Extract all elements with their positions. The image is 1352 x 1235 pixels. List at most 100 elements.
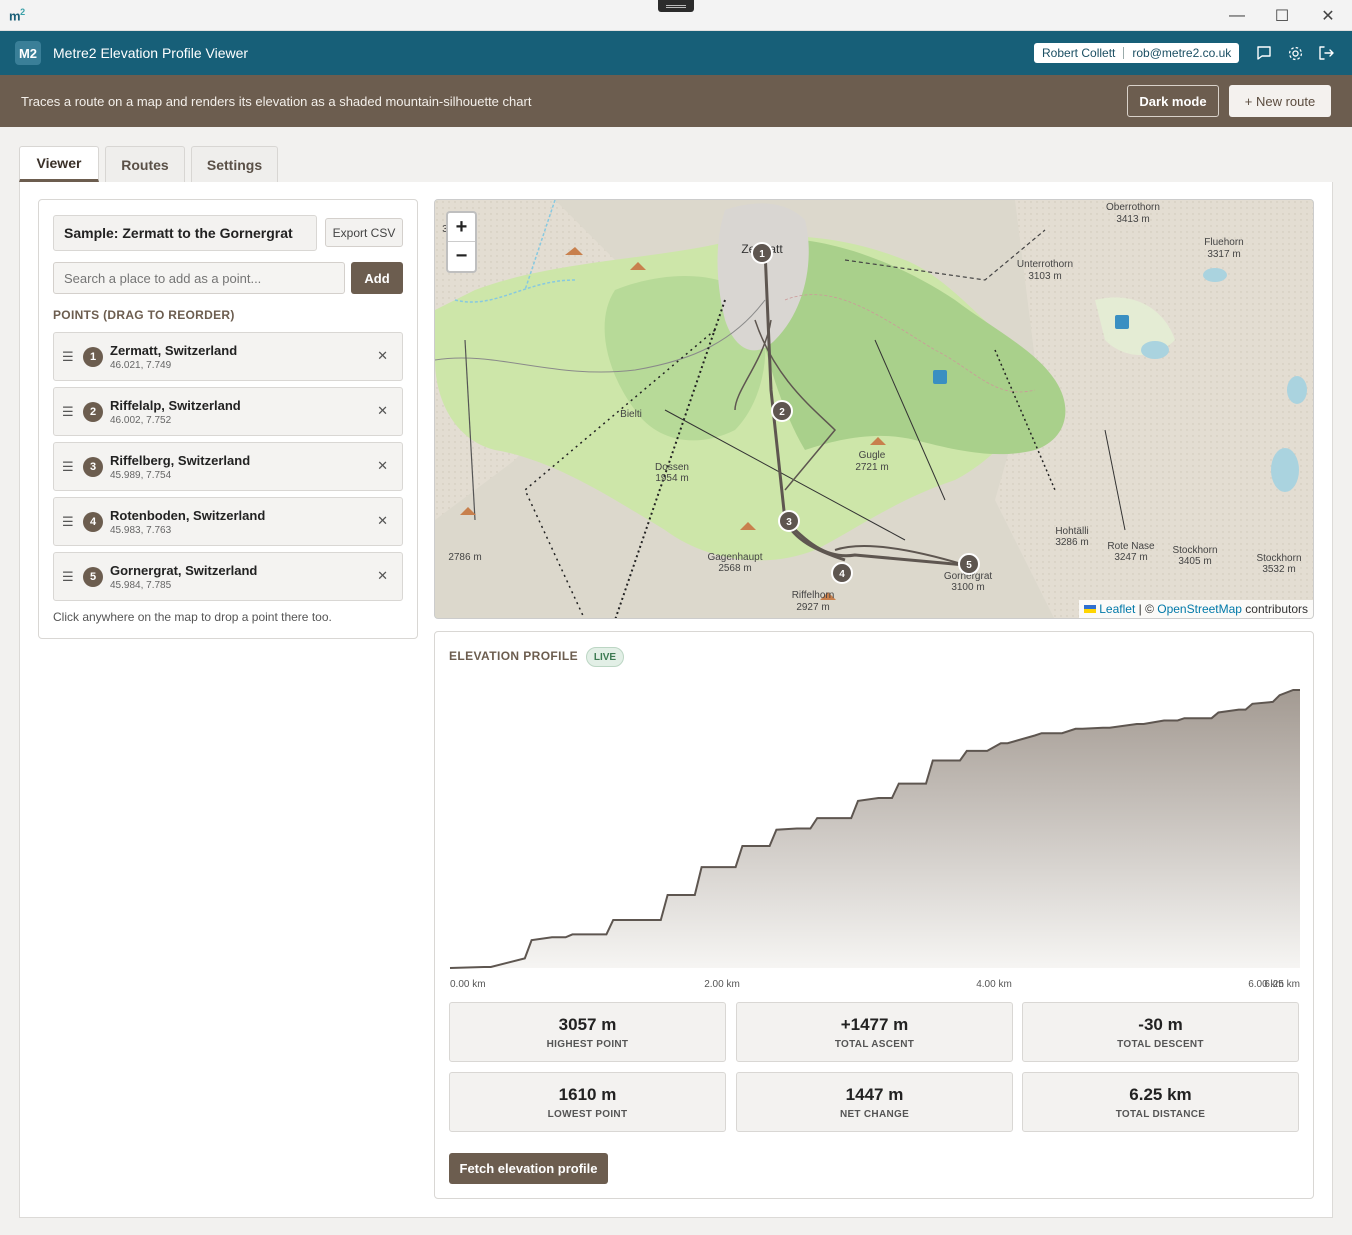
ukraine-flag-icon [1084,605,1097,613]
elevation-area [450,690,1300,968]
map-label: 3405 m [1178,556,1211,567]
point-coords: 45.984, 7.785 [110,580,172,591]
point-coords: 45.983, 7.763 [110,525,172,536]
route-map[interactable]: Oberrothorn 3413 m Fluehorn 3317 m Unter… [434,199,1314,619]
map-tiles: Oberrothorn 3413 m Fluehorn 3317 m Unter… [435,200,1313,618]
fetch-elevation-button[interactable]: Fetch elevation profile [449,1153,608,1184]
drag-handle[interactable] [658,0,694,12]
point-number-badge: 1 [83,347,103,367]
map-label: Oberrothorn [1106,202,1160,213]
route-name-field[interactable]: Sample: Zermatt to the Gornergrat [53,215,317,251]
map-label: Hohtälli [1055,526,1088,537]
point-name: Riffelalp, Switzerland [110,398,241,413]
map-marker-label: 4 [839,569,845,580]
point-number-badge: 5 [83,567,103,587]
point-item[interactable]: ☰ 1 Zermatt, Switzerland 46.021, 7.749 ✕ [53,332,403,381]
map-label: 3317 m [1207,249,1240,260]
tab-settings[interactable]: Settings [191,146,278,182]
remove-point-icon[interactable]: ✕ [377,403,388,419]
map-label: 3532 m [1262,564,1295,575]
new-route-button[interactable]: + New route [1229,85,1331,117]
map-label: Stockhorn [1172,545,1217,556]
osm-link[interactable]: OpenStreetMap [1157,602,1242,616]
remove-point-icon[interactable]: ✕ [377,568,388,584]
remove-point-icon[interactable]: ✕ [377,513,388,529]
tab-viewer[interactable]: Viewer [19,146,99,182]
map-hint: Click anywhere on the map to drop a poin… [53,610,332,624]
minimize-button[interactable]: — [1214,0,1260,31]
drag-handle-icon[interactable]: ☰ [62,349,74,365]
map-label: Dossen [655,462,689,473]
tab-routes[interactable]: Routes [105,146,185,182]
map-label: 3100 m [951,582,984,593]
leaflet-link[interactable]: Leaflet [1099,602,1135,616]
place-search-input[interactable] [53,262,345,294]
settings-gear-icon[interactable] [1285,43,1305,63]
app-header: M2 Metre2 Elevation Profile Viewer Rober… [0,31,1352,75]
zoom-control: + − [446,211,477,273]
map-label: Stockhorn [1256,553,1301,564]
drag-handle-icon[interactable]: ☰ [62,569,74,585]
map-label: 3413 m [1116,214,1149,225]
x-tick-label: 6.25 km [1264,979,1300,990]
drag-handle-icon[interactable]: ☰ [62,404,74,420]
point-name: Zermatt, Switzerland [110,343,238,358]
window-titlebar: m2 — ☐ ✕ [0,0,1352,31]
map-label: 3247 m [1114,552,1147,563]
drag-handle-icon[interactable]: ☰ [62,514,74,530]
elevation-chart: 0.00 km 2.00 km 4.00 km 6.00 km6.25 km [449,689,1300,990]
map-label: 2786 m [448,552,481,563]
stat-total-descent: -30 m TOTAL DESCENT [1022,1002,1299,1062]
subheader-band: Traces a route on a map and renders its … [0,75,1352,127]
zoom-in-button[interactable]: + [448,213,475,242]
x-tick-label: 2.00 km [704,979,740,990]
logout-icon[interactable] [1316,43,1336,63]
point-number-badge: 2 [83,402,103,422]
point-coords: 46.002, 7.752 [110,415,172,426]
point-number-badge: 3 [83,457,103,477]
map-label: Rote Nase [1107,541,1155,552]
user-account-pill[interactable]: Robert Collett rob@metre2.co.uk [1034,43,1240,63]
stat-net-change: 1447 m NET CHANGE [736,1072,1013,1132]
app-logo: M2 [15,41,41,65]
app-title: Metre2 Elevation Profile Viewer [53,45,249,61]
map-label: 2721 m [855,462,888,473]
zoom-out-button[interactable]: − [448,242,475,271]
stat-lowest-point: 1610 m LOWEST POINT [449,1072,726,1132]
map-label: 2927 m [796,602,829,613]
stat-total-distance: 6.25 km TOTAL DISTANCE [1022,1072,1299,1132]
dark-mode-button[interactable]: Dark mode [1127,85,1219,117]
point-item[interactable]: ☰ 4 Rotenboden, Switzerland 45.983, 7.76… [53,497,403,546]
drag-handle-icon[interactable]: ☰ [62,459,74,475]
map-label: 1954 m [655,473,688,484]
stat-highest-point: 3057 m HIGHEST POINT [449,1002,726,1062]
stat-total-ascent: +1477 m TOTAL ASCENT [736,1002,1013,1062]
app-description: Traces a route on a map and renders its … [21,94,532,109]
window-logo: m2 [9,7,25,24]
map-label: Gagenhaupt [707,552,762,563]
point-item[interactable]: ☰ 5 Gornergrat, Switzerland 45.984, 7.78… [53,552,403,601]
point-coords: 45.989, 7.754 [110,470,172,481]
close-window-button[interactable]: ✕ [1305,0,1351,31]
elevation-panel: ELEVATION PROFILE LIVE 0.00 km 2.00 km 4.0… [434,631,1314,1199]
map-marker-label: 1 [759,249,765,260]
x-tick-label: 0.00 km [450,979,486,990]
remove-point-icon[interactable]: ✕ [377,458,388,474]
map-label: Riffelhorn [792,590,835,601]
chat-icon[interactable] [1254,43,1274,63]
export-csv-button[interactable]: Export CSV [325,218,403,247]
map-marker-label: 5 [966,560,972,571]
point-item[interactable]: ☰ 2 Riffelalp, Switzerland 46.002, 7.752… [53,387,403,436]
remove-point-icon[interactable]: ✕ [377,348,388,364]
route-panel: Sample: Zermatt to the Gornergrat Export… [38,199,418,639]
map-label: 3103 m [1028,271,1061,282]
map-label: Bielti [620,409,642,420]
maximize-button[interactable]: ☐ [1259,0,1305,31]
add-point-button[interactable]: Add [351,262,403,294]
point-item[interactable]: ☰ 3 Riffelberg, Switzerland 45.989, 7.75… [53,442,403,491]
point-number-badge: 4 [83,512,103,532]
map-label: Fluehorn [1204,237,1243,248]
map-label: Gugle [859,450,886,461]
map-marker-label: 3 [786,517,792,528]
point-name: Rotenboden, Switzerland [110,508,266,523]
